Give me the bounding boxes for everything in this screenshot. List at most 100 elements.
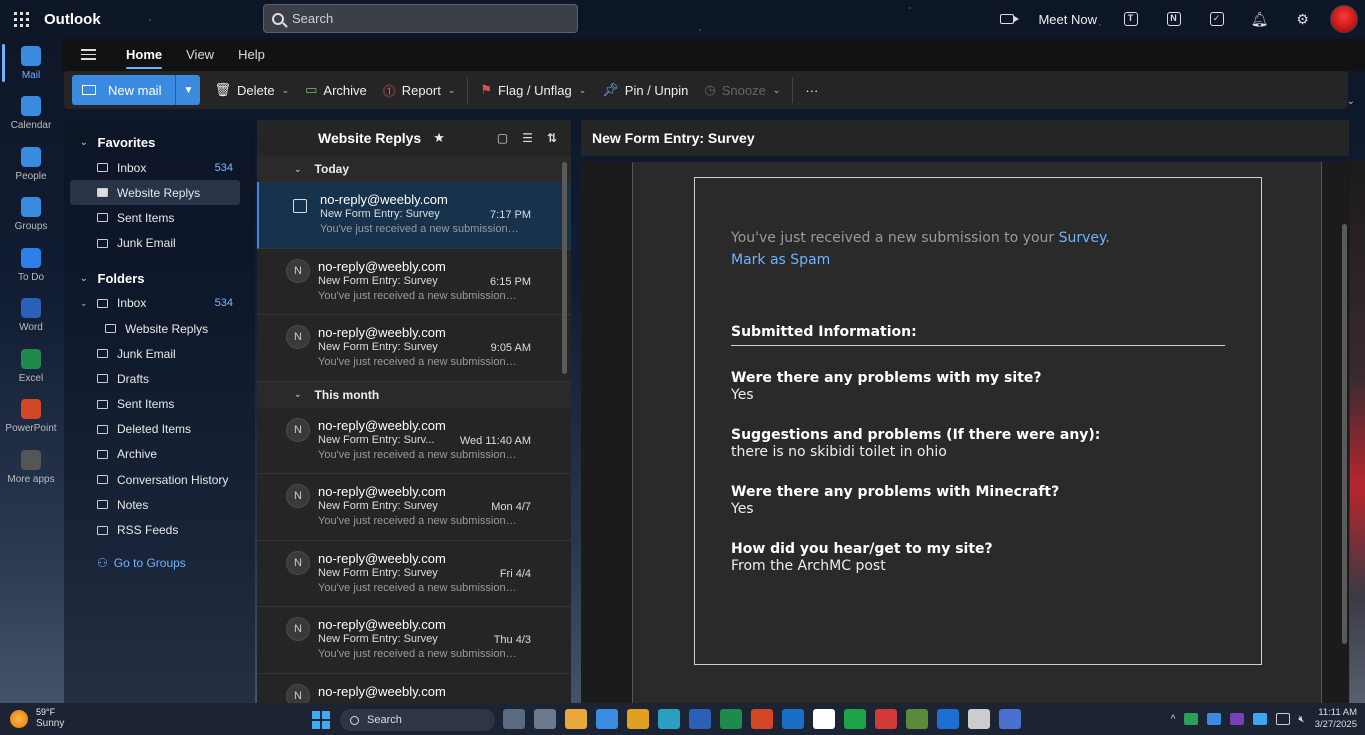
new-mail-button[interactable]: New mail (72, 75, 176, 105)
chevron-down-icon[interactable]: ⌄ (448, 85, 456, 96)
rail-item-people[interactable]: People (0, 139, 62, 190)
folder-sent-items[interactable]: Sent Items (64, 392, 255, 417)
folder-notes[interactable]: Notes (64, 492, 255, 517)
game-icon[interactable] (875, 709, 897, 729)
tab-help[interactable]: Help (226, 38, 277, 71)
new-mail-dropdown[interactable]: ▼ (175, 75, 201, 105)
favorite-inbox[interactable]: Inbox 534 (64, 155, 255, 180)
sender-avatar[interactable]: N (286, 617, 310, 641)
go-to-groups-link[interactable]: ⚇ Go to Groups (64, 551, 255, 576)
folder-website-replys[interactable]: Website Replys (64, 316, 255, 341)
tab-home[interactable]: Home (114, 38, 174, 71)
gear-icon[interactable]: ⚙ (1281, 0, 1324, 38)
message-row[interactable]: Nno-reply@weebly.com New Form Entry: Surv… (257, 474, 571, 541)
rail-item-groups[interactable]: Groups (0, 190, 62, 241)
avatar[interactable] (1330, 5, 1358, 33)
reading-pane-scrollbar[interactable] (1342, 224, 1347, 644)
message-row[interactable]: Nno-reply@weebly.com New Form Entry: Surv… (257, 607, 571, 674)
chrome-icon[interactable] (627, 709, 649, 729)
message-row[interactable]: Nno-reply@weebly.com New Form Entry: Surv… (257, 407, 571, 474)
filter-icon[interactable]: ☰ (522, 131, 533, 145)
my-day-icon[interactable]: ✓ (1195, 0, 1238, 38)
ribbon-collapse-icon[interactable]: ⌄ (1347, 96, 1355, 107)
folders-header[interactable]: ⌄ Folders (64, 266, 255, 291)
powerpoint-icon[interactable] (751, 709, 773, 729)
sender-avatar[interactable]: N (286, 484, 310, 508)
rail-item-powerpoint[interactable]: PowerPoint (0, 392, 62, 443)
xbox-icon[interactable] (844, 709, 866, 729)
volume-mute-icon[interactable]: 🔇︎ (1298, 714, 1304, 725)
sender-avatar[interactable]: N (286, 325, 310, 349)
favorites-header[interactable]: ⌄ Favorites (64, 130, 255, 155)
message-row[interactable]: Nno-reply@weebly.com New Form Entry: Surv… (257, 248, 571, 315)
app-icon[interactable] (937, 709, 959, 729)
word-icon[interactable] (689, 709, 711, 729)
message-row[interactable]: Nno-reply@weebly.com New Form Entry: Surv… (257, 540, 571, 607)
tray-app-icon[interactable] (1184, 713, 1199, 725)
roblox-icon[interactable] (968, 709, 990, 729)
tab-view[interactable]: View (174, 38, 226, 71)
app-icon[interactable] (999, 709, 1021, 729)
sender-avatar[interactable]: N (286, 550, 310, 575)
sender-avatar[interactable]: N (286, 258, 310, 283)
section-this-month[interactable]: ⌄ This month (257, 381, 571, 408)
folder-rss-feeds[interactable]: RSS Feeds (64, 517, 255, 542)
rail-item-to-do[interactable]: To Do (0, 240, 62, 291)
rail-item-word[interactable]: Word (0, 291, 62, 342)
chevron-up-icon[interactable]: ^ (1171, 714, 1176, 725)
folder-icon[interactable] (565, 709, 587, 729)
archive-button[interactable]: ▭ Archive (297, 75, 375, 105)
weather-widget[interactable]: 59°F Sunny (10, 707, 64, 730)
app-launcher-icon[interactable] (0, 0, 42, 38)
message-row[interactable]: Nno-reply@weebly.com (257, 673, 571, 703)
tray-app-icon[interactable] (1207, 713, 1222, 725)
bell-icon[interactable]: 🔔︎ (1238, 0, 1281, 38)
network-icon[interactable] (1276, 713, 1291, 725)
app-icon[interactable] (813, 709, 835, 729)
chevron-down-icon[interactable]: ⌄ (282, 85, 290, 96)
teams-icon[interactable]: T (1109, 0, 1152, 38)
pin-button[interactable]: 📌︎ Pin / Unpin (594, 75, 696, 105)
folder-conversation-history[interactable]: Conversation History (64, 467, 255, 492)
settings-icon[interactable] (534, 709, 556, 729)
favorite-sent-items[interactable]: Sent Items (64, 205, 255, 230)
rail-item-mail[interactable]: Mail (0, 38, 62, 89)
select-icon[interactable]: ▢ (497, 131, 508, 145)
sort-icon[interactable]: ⇅ (547, 131, 557, 145)
meet-now-button[interactable]: Meet Now (1000, 12, 1097, 27)
survey-link[interactable]: Survey (1059, 230, 1106, 246)
onenote-tray-icon[interactable] (1230, 713, 1245, 725)
store-icon[interactable] (596, 709, 618, 729)
rail-item-more-apps[interactable]: More apps (0, 442, 62, 493)
select-checkbox[interactable] (293, 199, 307, 213)
favorite-website-replys[interactable]: Website Replys (70, 180, 240, 206)
mark-as-spam-link[interactable]: Mark as Spam (731, 252, 1225, 268)
onedrive-icon[interactable] (1253, 713, 1268, 725)
taskbar-search[interactable]: Search (340, 709, 495, 731)
sender-avatar[interactable]: N (286, 683, 310, 703)
rail-item-excel[interactable]: Excel (0, 341, 62, 392)
message-row[interactable]: Nno-reply@weebly.com New Form Entry: Surv… (257, 315, 571, 382)
delete-button[interactable]: 🗑︎ Delete ⌄ (206, 75, 297, 105)
snooze-button[interactable]: ◷ Snooze ⌄ (696, 75, 788, 105)
folder-deleted-items[interactable]: Deleted Items (64, 417, 255, 442)
star-icon[interactable]: ★ (433, 130, 445, 146)
message-row[interactable]: no-reply@weebly.com New Form Entry: Surve… (257, 182, 571, 249)
sender-avatar[interactable]: N (286, 417, 310, 442)
outlook-icon[interactable] (782, 709, 804, 729)
rail-item-calendar[interactable]: Calendar (0, 89, 62, 140)
file-explorer-icon[interactable] (503, 709, 525, 729)
section-today[interactable]: ⌄ Today (257, 156, 571, 182)
more-options-button[interactable]: ··· (797, 75, 826, 105)
hamburger-menu-icon[interactable] (62, 49, 114, 60)
message-list-scrollbar[interactable] (562, 162, 567, 374)
clock[interactable]: 11:11 AM 3/27/2025 (1315, 707, 1357, 731)
edge-icon[interactable] (658, 709, 680, 729)
folder-drafts[interactable]: Drafts (64, 366, 255, 391)
flag-button[interactable]: ⚑ Flag / Unflag ⌄ (472, 75, 594, 105)
excel-icon[interactable] (720, 709, 742, 729)
folder-inbox[interactable]: ⌄ Inbox 534 (64, 291, 255, 316)
chevron-down-icon[interactable]: ⌄ (773, 85, 781, 96)
folder-archive[interactable]: Archive (64, 442, 255, 467)
start-button-icon[interactable] (312, 711, 330, 729)
